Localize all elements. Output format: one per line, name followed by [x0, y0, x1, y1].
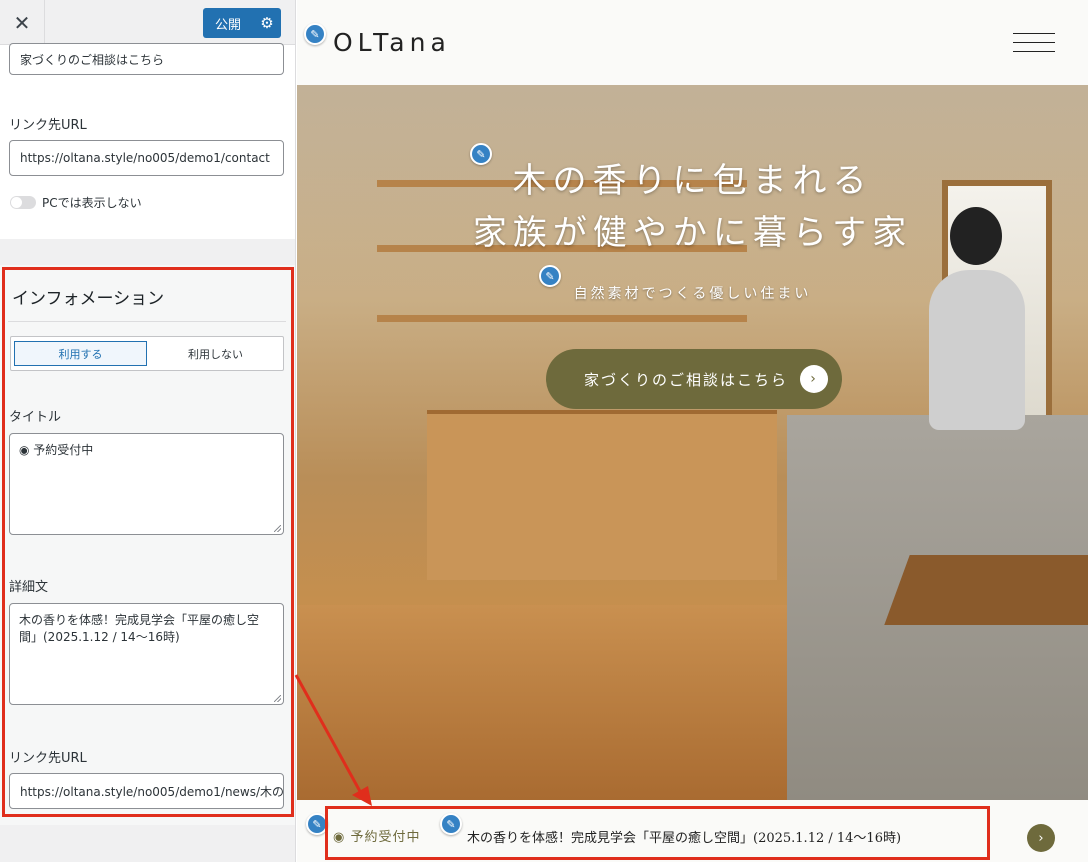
site-preview: OLTana ✎ 木の香りに包まれる 家族が健やかに暮らす家 自然素材でつくる優…	[297, 0, 1088, 862]
close-icon: ✕	[13, 10, 31, 35]
link-url-label: リンク先URL	[9, 118, 87, 133]
edit-pencil-icon[interactable]: ✎	[304, 23, 326, 45]
hero-title-line2: 家族が健やかに暮らす家	[472, 213, 913, 253]
information-bar: ◉ 予約受付中 木の香りを体感！完成見学会「平屋の癒し空間」(2025.1.12…	[297, 800, 1088, 862]
consultation-cta-button[interactable]: 家づくりのご相談はこちら ›	[546, 349, 842, 409]
hamburger-menu-icon[interactable]	[1013, 33, 1055, 53]
edit-pencil-icon[interactable]: ✎	[470, 143, 492, 165]
hero-cabinet	[427, 410, 777, 580]
link-url-input[interactable]: https://oltana.style/no005/demo1/contact	[9, 140, 284, 176]
info-link-url-label: リンク先URL	[9, 751, 87, 766]
gear-icon[interactable]: ⚙	[253, 8, 281, 38]
hide-on-pc-toggle[interactable]	[10, 196, 36, 209]
site-header: OLTana	[297, 0, 1088, 85]
sidebar-header: ✕ 公開 ⚙	[0, 0, 295, 45]
info-link-text[interactable]: 木の香りを体感！完成見学会「平屋の癒し空間」(2025.1.12 / 14〜16…	[467, 827, 901, 846]
hero-shelf	[377, 315, 747, 322]
hero-title: 木の香りに包まれる 家族が健やかに暮らす家	[297, 155, 1088, 259]
cta-label: 家づくりのご相談はこちら	[584, 370, 789, 389]
info-badge: ◉ 予約受付中	[333, 830, 421, 845]
hero-subtitle: 自然素材でつくる優しい住まい	[573, 286, 812, 302]
hero-table	[884, 555, 1088, 625]
info-title-textarea[interactable]: ◉ 予約受付中	[9, 433, 284, 535]
edit-pencil-icon[interactable]: ✎	[306, 813, 328, 835]
use-on-button[interactable]: 利用する	[14, 341, 147, 366]
use-off-button[interactable]: 利用しない	[149, 341, 282, 366]
chevron-right-icon[interactable]: ›	[1027, 824, 1055, 852]
edit-pencil-icon[interactable]: ✎	[539, 265, 561, 287]
information-title: インフォメーション	[12, 289, 165, 309]
hero-title-line1: 木の香りに包まれる	[512, 161, 873, 201]
close-button[interactable]: ✕	[0, 0, 45, 45]
hero-section: 木の香りに包まれる 家族が健やかに暮らす家 自然素材でつくる優しい住まい 家づく…	[297, 85, 1088, 800]
chevron-right-icon: ›	[800, 365, 828, 393]
publish-label: 公開	[214, 17, 241, 33]
information-panel: インフォメーション 利用する 利用しない タイトル ◉ 予約受付中 詳細文 木の…	[0, 265, 295, 825]
customizer-sidebar: ✕ 公開 ⚙ 家づくりのご相談はこちら リンク先URL https://olta…	[0, 0, 296, 862]
info-link-url-input[interactable]: https://oltana.style/no005/demo1/news/木の…	[9, 773, 284, 809]
detail-label: 詳細文	[9, 580, 49, 595]
info-title-label: タイトル	[9, 410, 62, 425]
site-logo[interactable]: OLTana	[333, 28, 451, 57]
detail-textarea[interactable]: 木の香りを体感！完成見学会「平屋の癒し空間」(2025.1.12 / 14〜16…	[9, 603, 284, 705]
divider	[8, 321, 286, 322]
use-toggle-group: 利用する 利用しない	[10, 336, 284, 371]
edit-pencil-icon[interactable]: ✎	[440, 813, 462, 835]
button-text-input[interactable]: 家づくりのご相談はこちら	[9, 43, 284, 75]
hide-on-pc-label: PCでは表示しない	[42, 196, 142, 210]
publish-button[interactable]: 公開 ⚙	[203, 8, 281, 38]
